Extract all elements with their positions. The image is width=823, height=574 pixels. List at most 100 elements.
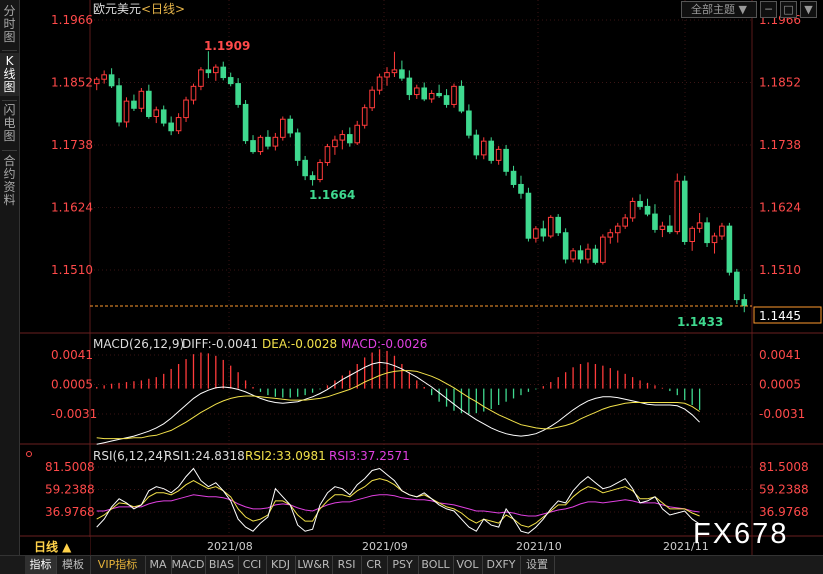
candle-body bbox=[734, 271, 740, 301]
candle-body bbox=[652, 213, 658, 230]
candle-body bbox=[659, 225, 666, 230]
candle-body bbox=[101, 74, 107, 80]
candle-body bbox=[391, 69, 398, 74]
candle-body bbox=[317, 162, 323, 181]
candle-body bbox=[376, 76, 383, 91]
candle-body bbox=[533, 228, 539, 239]
candle-body bbox=[555, 216, 562, 234]
candle-body bbox=[250, 140, 256, 153]
candle-body bbox=[369, 89, 375, 109]
indicator-tab[interactable]: VOL bbox=[453, 556, 483, 574]
indicator-settings-dot-icon[interactable] bbox=[26, 451, 32, 457]
indicator-tab[interactable]: MA bbox=[145, 556, 172, 574]
date-tick: 2021/10 bbox=[516, 540, 562, 553]
symbol-title: 欧元美元 bbox=[93, 2, 141, 16]
candle-body bbox=[138, 90, 145, 109]
scroll-down-button[interactable]: ▼ bbox=[800, 1, 817, 18]
theme-selector[interactable]: 全部主题 ▼ bbox=[681, 1, 757, 18]
indicator-tab-bar: 指标 模板 VIP指标 MA MACD BIAS CCI KDJ LW&R RSI CR PSY BOL… bbox=[0, 555, 823, 574]
indicator-tab[interactable]: 指标 bbox=[25, 556, 57, 574]
candle-body bbox=[183, 99, 189, 119]
recent-low-marker-label: 1.1433 bbox=[677, 315, 723, 329]
current-price-label: 1.1445 bbox=[759, 309, 801, 323]
maximize-icon: □ bbox=[783, 3, 794, 16]
candle-body bbox=[510, 170, 517, 185]
candle-body bbox=[131, 100, 137, 109]
candle-body bbox=[644, 205, 651, 215]
price-tick-right: 1.1738 bbox=[759, 138, 801, 152]
chart-canvas: 欧元美元 <日线> 1.1966 1.19661.1852 1.18521.1738… bbox=[20, 0, 823, 555]
indicator-tab[interactable]: CCI bbox=[238, 556, 267, 574]
candle-body bbox=[346, 134, 353, 144]
candle-body bbox=[480, 140, 487, 156]
candle-body bbox=[153, 109, 160, 117]
indicator-tab[interactable]: LW&R bbox=[295, 556, 333, 574]
indicator-tab[interactable]: 模板 bbox=[56, 556, 91, 574]
candle-body bbox=[466, 110, 472, 136]
candle-body bbox=[428, 92, 435, 100]
candle-body bbox=[600, 236, 606, 263]
candle-body bbox=[547, 216, 554, 237]
candle-body bbox=[637, 200, 643, 207]
indicator-tab[interactable]: MACD bbox=[171, 556, 206, 574]
candle-body bbox=[525, 192, 532, 239]
rsi-tick-right: 36.9768 bbox=[759, 505, 809, 519]
date-axis-labels: 2021/08 2021/09 2021/10 2021/11 bbox=[207, 540, 709, 553]
candle-body bbox=[570, 250, 576, 260]
price-tick-right: 1.1852 bbox=[759, 76, 801, 90]
rsi-tick-right: 59.2388 bbox=[759, 483, 809, 497]
macd-diff-value: DIFF:-0.0041 bbox=[182, 337, 258, 351]
candle-body bbox=[488, 140, 495, 161]
rsi3-line bbox=[96, 494, 700, 517]
candle-body bbox=[421, 87, 428, 100]
rsi2-value: RSI2:33.0981 bbox=[245, 449, 326, 463]
candle-body bbox=[518, 183, 524, 194]
candle-body bbox=[473, 134, 480, 156]
price-tick-right: 1.1624 bbox=[759, 201, 801, 215]
candle-body bbox=[443, 95, 450, 105]
indicator-tab[interactable]: BIAS bbox=[205, 556, 239, 574]
candle-body bbox=[361, 107, 368, 126]
theme-selector-label: 全部主题 bbox=[691, 3, 736, 16]
indicator-tab[interactable]: VIP指标 bbox=[90, 556, 146, 574]
candle-body bbox=[93, 78, 100, 85]
price-tick-left: 1.1852 bbox=[51, 76, 93, 90]
arrow-down-icon: ▼ bbox=[804, 3, 813, 16]
candle-body bbox=[309, 175, 316, 181]
diff-line bbox=[96, 361, 700, 445]
minimize-icon: ─ bbox=[765, 3, 772, 16]
indicator-tab[interactable]: DXFY bbox=[482, 556, 521, 574]
indicator-tab[interactable]: KDJ bbox=[266, 556, 296, 574]
candle-body bbox=[495, 148, 502, 161]
candle-body bbox=[294, 132, 301, 161]
macd-macd-value: MACD:-0.0026 bbox=[341, 337, 427, 351]
candle-body bbox=[324, 146, 331, 164]
candle-body bbox=[458, 85, 465, 112]
minimize-button[interactable]: ─ bbox=[760, 1, 777, 18]
indicator-tab[interactable]: RSI bbox=[332, 556, 362, 574]
indicator-tab[interactable]: BOLL bbox=[418, 556, 454, 574]
period-label: <日线> bbox=[141, 2, 185, 16]
period-select[interactable]: 日线 ▲ bbox=[34, 539, 72, 554]
price-tick-left: 1.1510 bbox=[51, 263, 93, 277]
maximize-button[interactable]: □ bbox=[780, 1, 797, 18]
rsi-tick-left: 59.2388 bbox=[45, 483, 95, 497]
rsi-tick-left: 81.5008 bbox=[45, 460, 95, 474]
candle-body bbox=[384, 72, 390, 78]
candle-body bbox=[585, 248, 591, 260]
indicator-tab[interactable]: PSY bbox=[387, 556, 419, 574]
price-tick-left: 1.1738 bbox=[51, 138, 93, 152]
indicator-tab[interactable]: CR bbox=[361, 556, 388, 574]
candle-body bbox=[339, 134, 346, 141]
candle-body bbox=[272, 136, 279, 147]
candle-body bbox=[674, 180, 681, 233]
macd-tick-right: -0.0031 bbox=[759, 407, 805, 421]
macd-tick-left: -0.0031 bbox=[51, 407, 97, 421]
candle-body bbox=[577, 250, 584, 260]
dropdown-arrow-icon: ▼ bbox=[738, 3, 747, 16]
candle-body bbox=[681, 180, 688, 242]
candle-body bbox=[711, 235, 718, 244]
candle-body bbox=[436, 92, 442, 97]
candle-body bbox=[213, 66, 219, 74]
indicator-tab[interactable]: 设置 bbox=[520, 556, 555, 574]
